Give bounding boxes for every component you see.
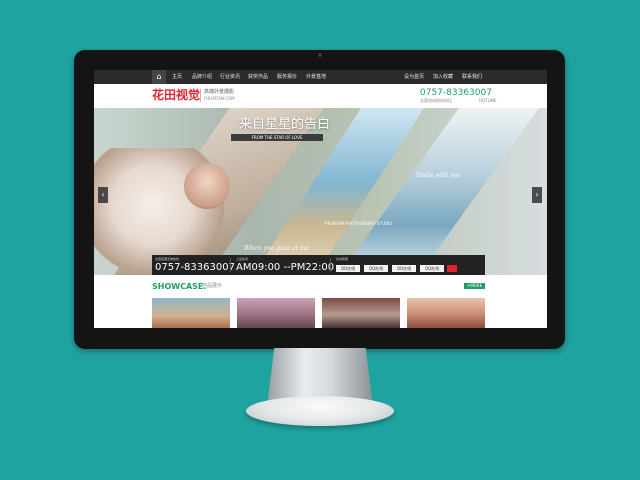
website-screen: ⌂ 主页 品牌介绍 行业资讯 获奖作品 服务报价 外景基地 设为首页 加入收藏 … — [94, 70, 547, 328]
showcase-thumbnail[interactable] — [152, 298, 230, 328]
header-hotline-label: HOTLINE — [479, 98, 497, 103]
nav-item-pricing[interactable]: 服务报价 — [277, 70, 297, 84]
weibo-icon[interactable] — [447, 265, 457, 272]
home-icon[interactable]: ⌂ — [152, 70, 166, 84]
nav-item-awards[interactable]: 获奖作品 — [248, 70, 268, 84]
qq-online-button[interactable]: QQ在线 — [420, 265, 444, 272]
monitor-stand-base — [246, 396, 394, 426]
nav-item-locations[interactable]: 外景基地 — [306, 70, 326, 84]
divider — [330, 258, 331, 272]
banner-title: 来自星星的告白 — [239, 117, 331, 132]
nav-item-news[interactable]: 行业资讯 — [220, 70, 240, 84]
banner-studio-text: FHUATIAN PHOTOGRAPHY STUDIO — [324, 221, 393, 226]
showcase-title-cn: 作品展示 — [202, 283, 223, 289]
logo-domain: FHUATIAN.COM — [204, 96, 235, 101]
site-header: 花田视觉 高端外景摄影 FHUATIAN.COM 0757-83363007 全… — [94, 84, 547, 108]
header-phone: 0757-83363007 — [420, 88, 492, 98]
contact-phone: 0757-83363007 — [155, 262, 235, 273]
showcase-title: SHOWCASE. — [152, 282, 207, 291]
site-logo[interactable]: 花田视觉 — [152, 89, 200, 101]
hero-banner[interactable]: 来自星星的告白 FROM THE STAR OF LOVE When you g… — [94, 108, 547, 275]
contact-us-link[interactable]: 联系我们 — [462, 70, 482, 84]
add-favorite-link[interactable]: 加入收藏 — [433, 70, 453, 84]
banner-script-text: Smile with me — [416, 172, 460, 179]
more-button[interactable]: +MORE — [464, 283, 485, 289]
header-phone-label: 全国咨询热线电话 — [420, 98, 452, 103]
online-service-label: 在线客服 — [336, 257, 349, 261]
nav-item-home[interactable]: 主页 — [172, 70, 182, 84]
banner-next-arrow[interactable]: › — [532, 187, 542, 203]
monitor: ⌂ 主页 品牌介绍 行业资讯 获奖作品 服务报价 外景基地 设为首页 加入收藏 … — [74, 50, 565, 349]
banner-bride-face — [184, 163, 230, 209]
banner-prev-arrow[interactable]: ‹ — [98, 187, 108, 203]
contact-bar: 全国客服咨询热线 0757-83363007 上班时间 AM09:00 --PM… — [152, 255, 485, 275]
monitor-stand-neck — [268, 348, 372, 400]
qq-online-button[interactable]: QQ在线 — [392, 265, 416, 272]
business-hours: AM09:00 --PM22:00 — [236, 262, 335, 273]
phone-label: 全国客服咨询热线 — [155, 257, 180, 261]
showcase-thumbnail[interactable] — [237, 298, 315, 328]
logo-tagline: 高端外景摄影 — [204, 89, 235, 95]
divider — [230, 258, 231, 272]
top-navigation: ⌂ 主页 品牌介绍 行业资讯 获奖作品 服务报价 外景基地 设为首页 加入收藏 … — [94, 70, 547, 84]
banner-script-text: When you gaze at me — [244, 245, 310, 252]
banner-subtitle: FROM THE STAR OF LOVE — [231, 134, 323, 141]
showcase-thumbnail[interactable] — [322, 298, 400, 328]
qq-online-button[interactable]: QQ在线 — [364, 265, 388, 272]
qq-online-button[interactable]: QQ在线 — [336, 265, 360, 272]
camera-dot — [318, 53, 322, 57]
nav-item-brand[interactable]: 品牌介绍 — [192, 70, 212, 84]
hours-label: 上班时间 — [236, 257, 249, 261]
showcase-thumbnail[interactable] — [407, 298, 485, 328]
logo-divider — [200, 89, 201, 102]
set-homepage-link[interactable]: 设为首页 — [404, 70, 424, 84]
